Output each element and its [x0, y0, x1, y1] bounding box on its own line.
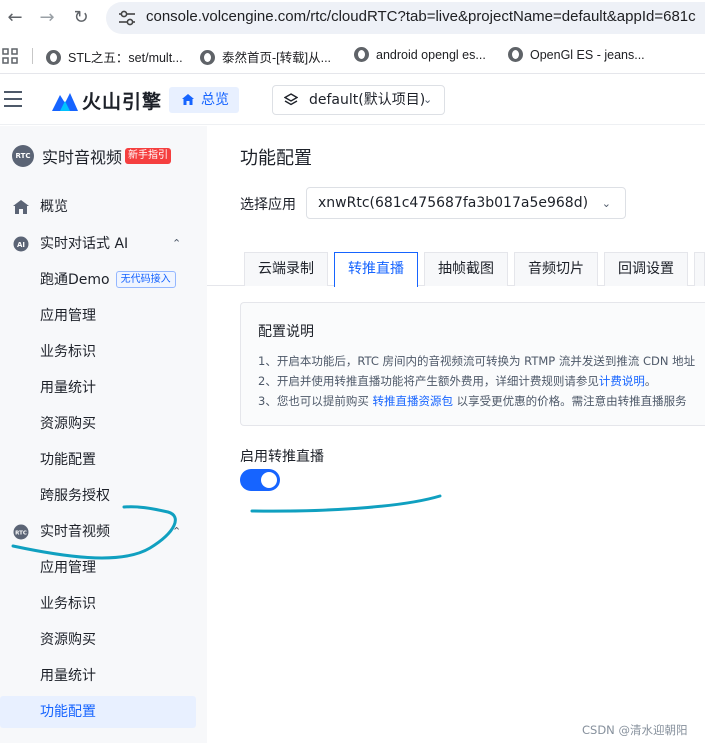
sidebar-title: 实时音视频	[42, 148, 123, 167]
globe-icon	[46, 50, 61, 65]
no-code-tag: 无代码接入	[115, 271, 176, 288]
toggle-label: 启用转推直播	[240, 449, 324, 465]
tab-cloud-recording[interactable]: 云端录制	[244, 252, 328, 286]
sidebar-group-ai[interactable]: AI 实时对话式 AI ⌃	[0, 228, 207, 260]
sidebar-item-purchase[interactable]: 资源购买	[0, 408, 207, 440]
app-select[interactable]: xnwRtc(681c475687fa3b017a5e968d) ⌄	[306, 187, 626, 219]
tab-callback-settings[interactable]: 回调设置	[604, 252, 688, 286]
layers-icon	[284, 93, 298, 106]
sidebar-item-purchase[interactable]: 资源购买	[0, 624, 207, 656]
sidebar-item-app-management[interactable]: 应用管理	[0, 552, 207, 584]
sidebar-item-business-id[interactable]: 业务标识	[0, 336, 207, 368]
tab-live-relay[interactable]: 转推直播	[334, 252, 418, 287]
tab-frame-capture[interactable]: 抽帧截图	[424, 252, 508, 286]
chevron-up-icon[interactable]: ⌃	[172, 228, 181, 260]
sidebar-item-app-management[interactable]: 应用管理	[0, 300, 207, 332]
apps-grid-icon[interactable]	[2, 48, 18, 64]
house-icon	[13, 200, 29, 214]
chevron-down-icon: ⌄	[423, 93, 433, 106]
toggle-knob	[261, 472, 277, 488]
svg-text:AI: AI	[17, 241, 25, 249]
info-title: 配置说明	[258, 324, 314, 340]
volcano-logo-icon	[52, 93, 78, 111]
watermark: CSDN @清水迎朝阳	[582, 723, 688, 737]
bookmark-item[interactable]: android opengl es...	[354, 47, 486, 62]
sidebar-item-overview[interactable]: 概览	[0, 191, 207, 223]
ai-icon: AI	[13, 236, 29, 252]
annotation-underline-toggle	[250, 494, 442, 513]
tab-bar: 云端录制 转推直播 抽帧截图 音频切片 回调设置	[207, 252, 705, 287]
bookmark-item[interactable]: STL之五：set/mult...	[46, 47, 183, 66]
info-line-2: 2、开启并使用转推直播功能将产生额外费用，详细计费规则请参见计费说明。	[258, 374, 657, 388]
globe-icon	[508, 47, 523, 62]
project-label: default(默认项目)	[309, 92, 426, 108]
sidebar-item-cross-service-auth[interactable]: 跨服务授权	[0, 480, 207, 512]
url-text[interactable]: console.volcengine.com/rtc/cloudRTC?tab=…	[146, 8, 696, 25]
bookmarks-bar: STL之五：set/mult... 泰然首页-[转载]从... android …	[0, 38, 705, 74]
bookmark-item[interactable]: OpenGl ES - jeans...	[508, 47, 645, 62]
tab-overflow[interactable]	[694, 252, 705, 286]
forward-icon[interactable]: →	[34, 6, 60, 30]
globe-icon	[354, 47, 369, 62]
sidebar-item-feature-config[interactable]: 功能配置	[0, 444, 207, 476]
address-bar[interactable]: console.volcengine.com/rtc/cloudRTC?tab=…	[106, 2, 705, 34]
info-line-3: 3、您也可以提前购买 转推直播资源包 以享受更优惠的价格。需注意由转推直播服务	[258, 394, 687, 408]
info-line-1: 1、开启本功能后，RTC 房间内的音视频流可转换为 RTMP 流并发送到推流 C…	[258, 354, 696, 368]
app-header: 火山引擎 总览 default(默认项目) ⌄	[0, 75, 705, 125]
page-title: 功能配置	[240, 148, 312, 169]
new-guide-badge[interactable]: 新手指引	[125, 148, 172, 164]
sidebar-item-business-id[interactable]: 业务标识	[0, 588, 207, 620]
app-select-label: 选择应用	[240, 197, 296, 213]
logo-text: 火山引擎	[82, 90, 163, 113]
sidebar-item-usage[interactable]: 用量统计	[0, 660, 207, 692]
logo[interactable]: 火山引擎	[52, 87, 162, 113]
chevron-down-icon: ⌄	[601, 197, 611, 210]
rtc-logo-icon: RTC	[12, 145, 34, 167]
reload-icon[interactable]: ↻	[68, 6, 94, 30]
menu-icon[interactable]	[4, 91, 22, 107]
bookmark-item[interactable]: 泰然首页-[转载]从...	[200, 47, 331, 66]
sidebar-item-feature-config-active[interactable]: 功能配置	[0, 696, 196, 728]
app-select-value: xnwRtc(681c475687fa3b017a5e968d)	[318, 195, 589, 211]
resource-pack-link[interactable]: 转推直播资源包	[372, 394, 453, 408]
svg-text:RTC: RTC	[15, 531, 27, 537]
site-settings-icon[interactable]	[118, 10, 136, 26]
sidebar-item-usage[interactable]: 用量统计	[0, 372, 207, 404]
tab-audio-slice[interactable]: 音频切片	[514, 252, 598, 286]
bookmark-divider	[32, 48, 33, 64]
project-selector[interactable]: default(默认项目) ⌄	[272, 85, 445, 115]
overview-button[interactable]: 总览	[169, 87, 239, 113]
config-description-box: 配置说明 1、开启本功能后，RTC 房间内的音视频流可转换为 RTMP 流并发送…	[240, 302, 705, 426]
sidebar: RTC 实时音视频 新手指引 概览 AI 实时对话式 AI ⌃ 跑通Demo 无代…	[0, 126, 207, 743]
sidebar-group-rtc[interactable]: RTC 实时音视频 ⌃	[0, 516, 207, 548]
home-icon	[182, 94, 194, 105]
pricing-link[interactable]: 计费说明	[599, 374, 645, 388]
sidebar-item-demo[interactable]: 跑通Demo 无代码接入	[0, 264, 207, 296]
overview-label: 总览	[201, 92, 229, 108]
address-row: ← → ↻ console.volcengine.com/rtc/cloudRT…	[0, 0, 705, 36]
back-icon[interactable]: ←	[2, 6, 28, 30]
rtc-icon: RTC	[13, 524, 29, 540]
browser-chrome: ← → ↻ console.volcengine.com/rtc/cloudRT…	[0, 0, 705, 74]
globe-icon	[200, 50, 215, 65]
sidebar-header: RTC 实时音视频 新手指引	[12, 144, 172, 168]
enable-live-relay-toggle[interactable]	[240, 469, 280, 491]
chevron-up-icon[interactable]: ⌃	[172, 516, 181, 548]
